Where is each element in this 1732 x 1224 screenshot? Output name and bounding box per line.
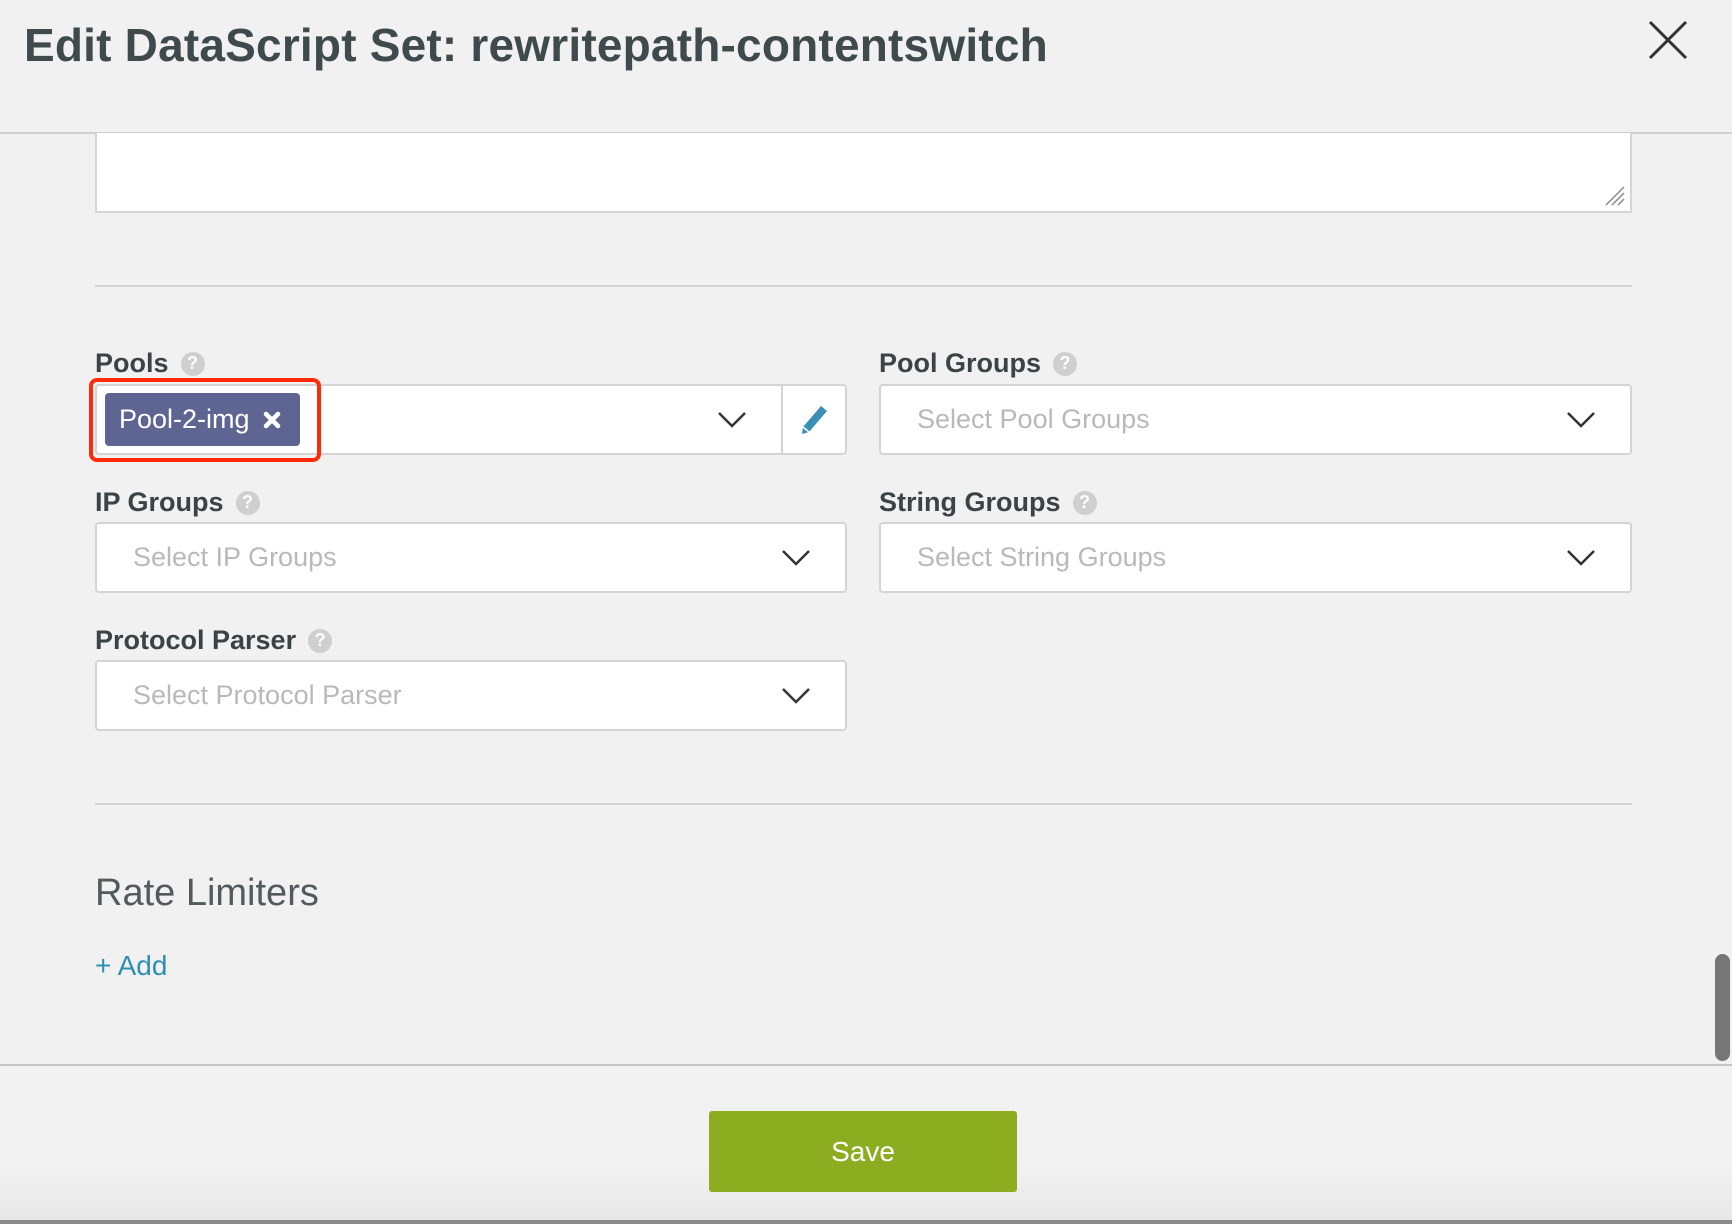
save-button[interactable]: Save <box>709 1111 1017 1192</box>
pool-groups-placeholder: Select Pool Groups <box>917 404 1150 434</box>
string-groups-placeholder: Select String Groups <box>917 542 1167 572</box>
chevron-down-icon[interactable] <box>1566 411 1596 429</box>
pool-groups-label-text: Pool Groups <box>879 348 1041 378</box>
ip-groups-placeholder: Select IP Groups <box>133 542 337 572</box>
string-groups-label-text: String Groups <box>879 487 1061 517</box>
protocol-parser-label-text: Protocol Parser <box>95 625 297 655</box>
footer-divider <box>0 1064 1732 1066</box>
chevron-down-icon[interactable] <box>717 411 747 429</box>
help-icon[interactable]: ? <box>1053 351 1077 376</box>
help-icon[interactable]: ? <box>180 351 205 376</box>
ip-groups-select[interactable]: Select IP Groups <box>95 522 847 593</box>
scrollbar-thumb[interactable] <box>1715 954 1730 1061</box>
section-divider <box>95 803 1632 805</box>
close-icon[interactable] <box>1646 18 1690 62</box>
pools-label: Pools? <box>95 348 205 379</box>
pool-groups-label: Pool Groups? <box>879 348 1077 379</box>
chevron-down-icon[interactable] <box>781 687 811 705</box>
help-icon[interactable]: ? <box>235 490 260 515</box>
resize-grip-icon[interactable] <box>1602 183 1626 207</box>
add-rate-limiter-link[interactable]: + Add <box>95 950 167 982</box>
chevron-down-icon[interactable] <box>781 549 811 567</box>
dialog-title: Edit DataScript Set: rewritepath-content… <box>24 19 1048 71</box>
pools-label-text: Pools <box>95 348 169 378</box>
description-textarea[interactable] <box>95 133 1632 213</box>
protocol-parser-placeholder: Select Protocol Parser <box>133 680 402 710</box>
help-icon[interactable]: ? <box>1072 490 1097 515</box>
highlight-box <box>89 378 321 462</box>
pencil-icon <box>802 405 827 434</box>
ip-groups-label-text: IP Groups <box>95 487 224 517</box>
pool-groups-select[interactable]: Select Pool Groups <box>879 384 1632 455</box>
protocol-parser-select[interactable]: Select Protocol Parser <box>95 660 847 731</box>
ip-groups-label: IP Groups? <box>95 487 260 518</box>
string-groups-select[interactable]: Select String Groups <box>879 522 1632 593</box>
edit-pool-button[interactable] <box>781 386 845 453</box>
chevron-down-icon[interactable] <box>1566 549 1596 567</box>
section-divider <box>95 285 1632 287</box>
protocol-parser-label: Protocol Parser? <box>95 625 333 656</box>
string-groups-label: String Groups? <box>879 487 1097 518</box>
bottom-border <box>0 1220 1732 1224</box>
rate-limiters-heading: Rate Limiters <box>95 872 319 914</box>
help-icon[interactable]: ? <box>308 628 333 653</box>
